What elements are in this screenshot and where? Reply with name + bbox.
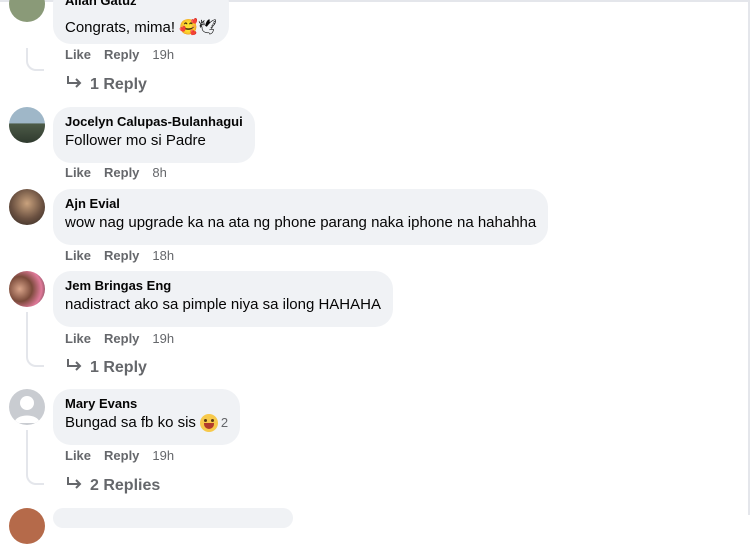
comment-text: Bungad sa fb ko sis 2	[65, 413, 228, 433]
reply-arrow-icon	[67, 359, 82, 371]
comment-author[interactable]: Mary Evans	[65, 396, 228, 412]
comment-bubble: Jocelyn Calupas-Bulanhagui Follower mo s…	[53, 107, 255, 163]
comment-author[interactable]: Ajn Evial	[65, 196, 536, 212]
comment-bubble: Ajn Evial wow nag upgrade ka na ata ng p…	[53, 189, 549, 245]
reply-arrow-icon	[67, 477, 82, 489]
comment-author[interactable]: Jocelyn Calupas-Bulanhagui	[65, 114, 243, 130]
timestamp[interactable]: 18h	[152, 248, 174, 264]
avatar[interactable]	[9, 107, 45, 143]
like-button[interactable]: Like	[65, 165, 91, 181]
comment-bubble: Allan Gatuz Congrats, mima! 🥰🕊	[53, 0, 229, 44]
like-button[interactable]: Like	[65, 47, 91, 63]
timestamp[interactable]: 8h	[152, 165, 166, 181]
reply-button[interactable]: Reply	[104, 47, 139, 63]
comment-bubble: Mary Evans Bungad sa fb ko sis 2	[53, 389, 241, 445]
avatar[interactable]	[9, 189, 45, 225]
comment-text: Congrats, mima! 🥰🕊	[65, 19, 217, 36]
thread-line	[26, 48, 44, 71]
comment-text: Follower mo si Padre	[65, 132, 206, 149]
like-button[interactable]: Like	[65, 248, 91, 264]
thread-line	[26, 430, 44, 485]
timestamp[interactable]: 19h	[152, 448, 174, 464]
reply-button[interactable]: Reply	[104, 448, 139, 464]
avatar[interactable]	[9, 0, 45, 22]
reaction-badge[interactable]: 2	[199, 413, 229, 433]
reply-button[interactable]: Reply	[104, 165, 139, 181]
comment-bubble-next	[53, 508, 293, 528]
view-replies-link[interactable]: 2 Replies	[66, 476, 160, 496]
reply-button[interactable]: Reply	[104, 248, 139, 264]
like-button[interactable]: Like	[65, 448, 91, 464]
reply-button[interactable]: Reply	[104, 331, 139, 347]
haha-reaction-icon	[199, 414, 218, 433]
avatar[interactable]	[9, 271, 45, 307]
comment-author[interactable]: Allan Gatuz	[65, 0, 217, 9]
view-replies-link[interactable]: 1 Reply	[66, 75, 147, 95]
timestamp[interactable]: 19h	[152, 47, 174, 63]
avatar[interactable]	[9, 389, 45, 425]
view-replies-link[interactable]: 1 Reply	[66, 358, 147, 378]
avatar-next[interactable]	[9, 508, 45, 544]
comment-text: wow nag upgrade ka na ata ng phone paran…	[65, 214, 537, 231]
reply-arrow-icon	[67, 76, 82, 88]
thread-line	[26, 312, 44, 367]
comment-text: nadistract ako sa pimple niya sa ilong H…	[65, 296, 381, 313]
default-avatar-icon	[14, 396, 40, 423]
timestamp[interactable]: 19h	[152, 331, 174, 347]
comment-author[interactable]: Jem Bringas Eng	[65, 278, 381, 294]
reaction-count: 2	[220, 415, 229, 431]
like-button[interactable]: Like	[65, 331, 91, 347]
comment-bubble: Jem Bringas Eng nadistract ako sa pimple…	[53, 271, 393, 327]
